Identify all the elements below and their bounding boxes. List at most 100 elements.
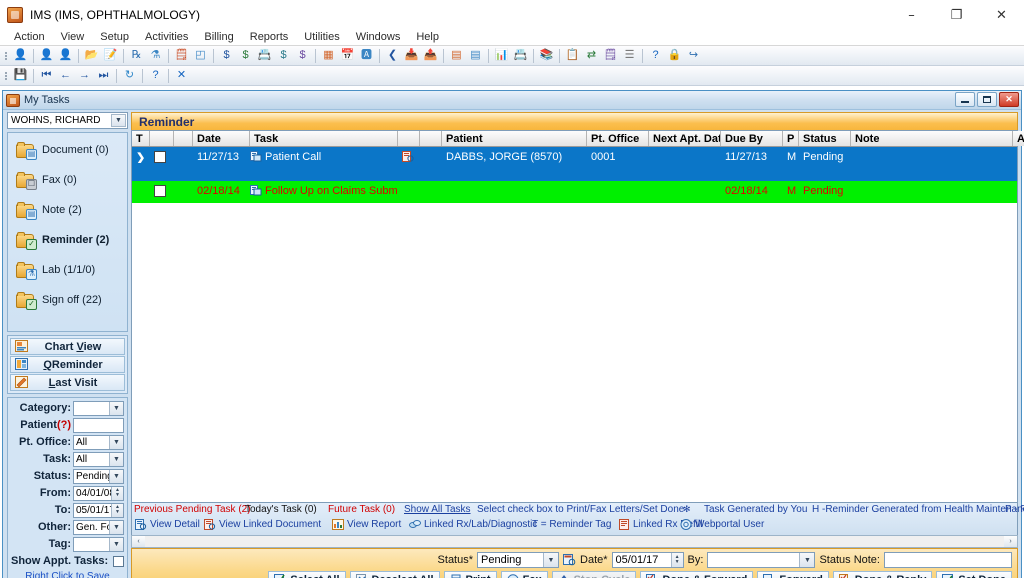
forward-button[interactable]: Forward xyxy=(757,571,829,578)
set-done-button[interactable]: Set Done xyxy=(936,571,1012,578)
column-header-task[interactable]: Task xyxy=(250,131,398,146)
view-detail-button[interactable]: View Detail xyxy=(135,519,200,530)
menu-reports[interactable]: Reports xyxy=(242,30,297,45)
chevron-down-icon[interactable]: ▼ xyxy=(111,114,126,127)
inbox-icon[interactable]: 📥 xyxy=(403,47,420,64)
row-checkbox[interactable] xyxy=(150,147,174,163)
sidebar-item-signoff[interactable]: ✓ Sign off (22) xyxy=(12,289,123,311)
tasks-icon[interactable]: 📋 xyxy=(564,47,581,64)
column-header-note[interactable]: Note xyxy=(851,131,1013,146)
chevron-down-icon[interactable]: ▼ xyxy=(109,401,123,415)
edit-note-icon[interactable]: 📝 xyxy=(102,47,119,64)
save-icon[interactable]: 💾 xyxy=(12,67,29,84)
appointment-icon[interactable]: 📅 xyxy=(339,47,356,64)
my-tasks-minimize-button[interactable] xyxy=(955,92,975,107)
auth-icon[interactable]: 🅰 xyxy=(358,47,375,64)
first-record-icon[interactable]: ⏮ xyxy=(38,67,55,84)
chevron-down-icon[interactable]: ▼ xyxy=(109,537,123,551)
payment-post-icon[interactable]: $ xyxy=(237,47,254,64)
category-filter[interactable]: ▼ xyxy=(73,400,124,416)
chevron-down-icon[interactable]: ▼ xyxy=(109,469,123,483)
table-row[interactable]: 02/18/14 Follow Up on Claims Submitted 02/… xyxy=(132,181,1017,203)
show-all-tasks-link[interactable]: Show All Tasks xyxy=(404,504,471,515)
window-minimize-button[interactable]: – xyxy=(889,0,934,30)
to-date-filter[interactable]: 05/01/17 ▲ ▼ xyxy=(73,502,124,518)
lab-flask-icon[interactable]: ⚗ xyxy=(147,47,164,64)
done-and-reply-button[interactable]: Done & Reply xyxy=(832,571,933,578)
schedule-grid-icon[interactable]: ▦ xyxy=(320,47,337,64)
open-folder-icon[interactable]: 📂 xyxy=(83,47,100,64)
status-filter[interactable]: Pending ▼ xyxy=(73,468,124,484)
tag-filter[interactable]: ▼ xyxy=(73,536,124,552)
batch-icon[interactable]: ◰ xyxy=(192,47,209,64)
report-builder-icon[interactable]: ▤ xyxy=(448,47,465,64)
sidebar-item-lab[interactable]: ⚗ Lab (1/1/0) xyxy=(12,259,123,281)
from-date-filter[interactable]: 04/01/08 ▲ ▼ xyxy=(73,485,124,501)
transfer-icon[interactable]: ⇄ xyxy=(583,47,600,64)
adjust-icon[interactable]: $ xyxy=(294,47,311,64)
scroll-right-button[interactable]: › xyxy=(1004,536,1017,547)
menu-help[interactable]: Help xyxy=(408,30,447,45)
menu-activities[interactable]: Activities xyxy=(137,30,196,45)
checkbox-icon[interactable] xyxy=(154,185,166,197)
calendar-picker-icon[interactable] xyxy=(563,554,576,566)
table-row[interactable]: ❯ 11/27/13 Patient Call DABBS, JORGE (8570)… xyxy=(132,147,1017,181)
date-input[interactable]: 05/01/17 ▲ ▼ xyxy=(611,552,684,568)
spinner-icon[interactable]: ▲ ▼ xyxy=(670,553,683,567)
column-header-date[interactable]: Date xyxy=(193,131,250,146)
help-icon[interactable]: ? xyxy=(647,47,664,64)
print-button[interactable]: Print xyxy=(443,571,497,578)
pt-office-filter[interactable]: All ▼ xyxy=(73,434,124,450)
column-header-nextapt[interactable]: Next Apt. Date xyxy=(649,131,721,146)
close-circle-icon[interactable]: ✕ xyxy=(173,67,190,84)
bar-chart-icon[interactable]: 📊 xyxy=(493,47,510,64)
chevron-down-icon[interactable]: ▼ xyxy=(109,435,123,449)
my-tasks-close-button[interactable]: ✕ xyxy=(999,92,1019,107)
exit-icon[interactable]: ↪ xyxy=(685,47,702,64)
back-arrow-icon[interactable]: ❮ xyxy=(384,47,401,64)
view-report-button[interactable]: View Report xyxy=(332,519,401,530)
spinner-icon[interactable]: ▲ ▼ xyxy=(111,503,123,517)
select-all-button[interactable]: Select All xyxy=(268,571,346,578)
menu-setup[interactable]: Setup xyxy=(92,30,137,45)
column-header-ico2[interactable] xyxy=(398,131,420,146)
chevron-down-icon[interactable]: ▼ xyxy=(543,553,559,567)
toolbar-grip[interactable] xyxy=(4,69,9,83)
ledger-icon[interactable]: 📇 xyxy=(256,47,273,64)
chart-note-icon[interactable]: 🗒 xyxy=(602,47,619,64)
patient-check-icon[interactable]: 👤 xyxy=(57,47,74,64)
status-select[interactable]: Pending ▼ xyxy=(477,552,560,568)
tasks-grid-body[interactable]: ❯ 11/27/13 Patient Call DABBS, JORGE (8570)… xyxy=(132,147,1017,502)
sidebar-item-note[interactable]: ▤ Note (2) xyxy=(12,199,123,221)
books-icon[interactable]: 📚 xyxy=(538,47,555,64)
id-card-icon[interactable]: 📇 xyxy=(512,47,529,64)
linked-document-icon[interactable] xyxy=(402,151,414,163)
payment-icon[interactable]: $ xyxy=(218,47,235,64)
next-record-icon[interactable]: → xyxy=(76,67,93,84)
chevron-down-icon[interactable]: ▼ xyxy=(109,452,123,466)
last-record-icon[interactable]: ⏭ xyxy=(95,67,112,84)
menu-windows[interactable]: Windows xyxy=(348,30,409,45)
chevron-down-icon[interactable]: ▼ xyxy=(799,553,815,567)
sidebar-item-document[interactable]: ▤ Document (0) xyxy=(12,139,123,161)
deselect-all-button[interactable]: Deselect All xyxy=(349,571,440,578)
patient-edit-icon[interactable]: 👤 xyxy=(38,47,55,64)
column-header-status[interactable]: Status xyxy=(799,131,851,146)
column-header-chk[interactable] xyxy=(150,131,174,146)
help-circle-icon[interactable]: ? xyxy=(147,67,164,84)
menu-action[interactable]: Action xyxy=(6,30,53,45)
outbox-icon[interactable]: 📤 xyxy=(422,47,439,64)
report-edit-icon[interactable]: ▤ xyxy=(467,47,484,64)
row-checkbox[interactable] xyxy=(150,181,174,197)
window-close-button[interactable]: ✕ xyxy=(979,0,1024,30)
column-header-assigned[interactable]: Assigned xyxy=(1013,131,1024,146)
claim-form-icon[interactable]: 🗒 xyxy=(173,47,190,64)
by-select[interactable]: ▼ xyxy=(707,552,816,568)
spinner-icon[interactable]: ▲ ▼ xyxy=(111,486,123,500)
qreminder-button[interactable]: QReminder xyxy=(10,356,125,373)
menu-view[interactable]: View xyxy=(53,30,93,45)
done-and-forward-button[interactable]: Done & Forward xyxy=(640,571,754,578)
show-appt-tasks-checkbox[interactable] xyxy=(113,555,125,567)
horizontal-scrollbar[interactable]: ‹ › xyxy=(131,535,1018,548)
chart-view-button[interactable]: Chart View xyxy=(10,338,125,355)
